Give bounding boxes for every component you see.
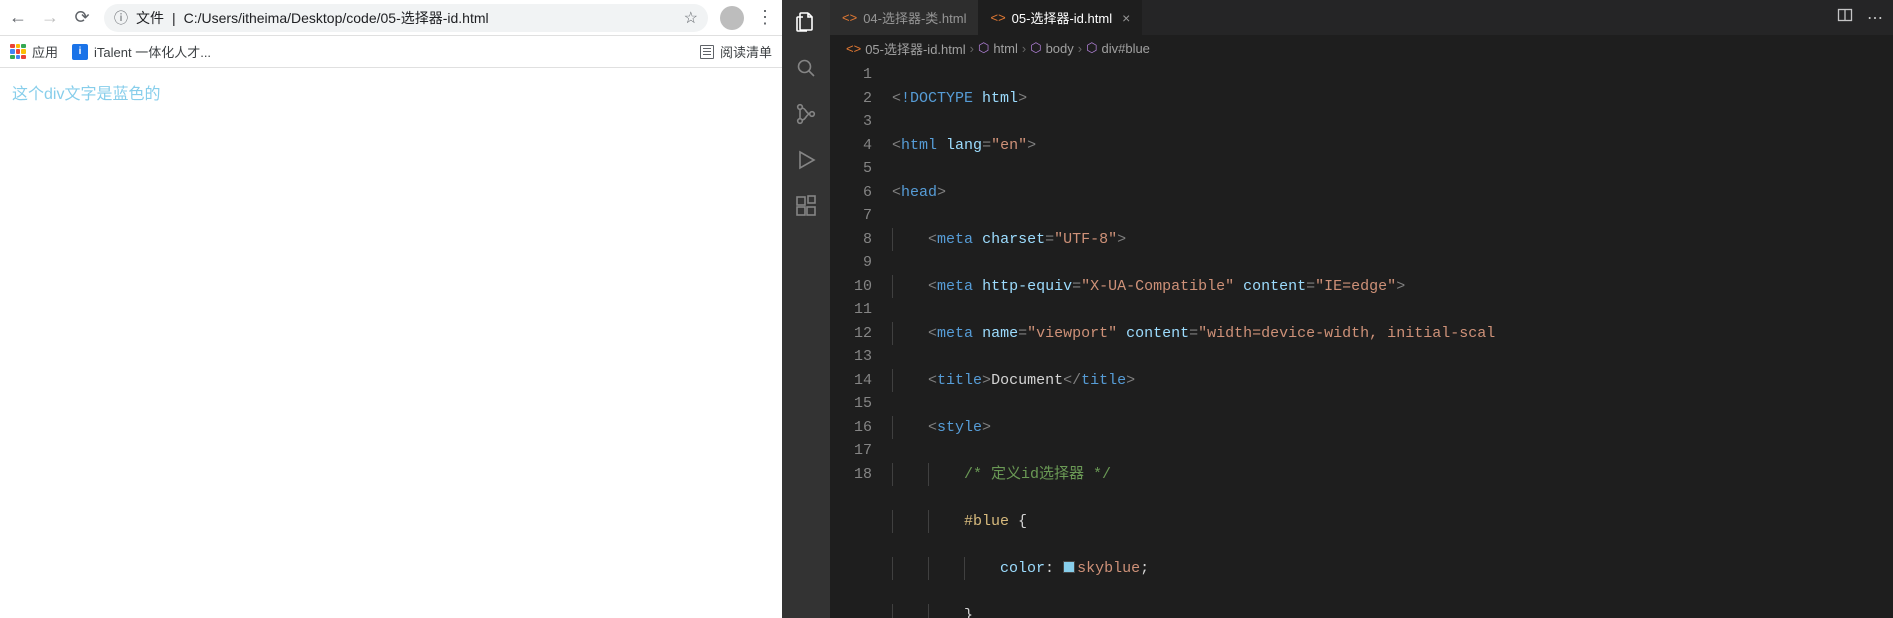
apps-grid-icon bbox=[10, 44, 26, 60]
code-editor[interactable]: 123456789101112131415161718 <!DOCTYPE ht… bbox=[830, 61, 1893, 618]
tab-label: 04-选择器-类.html bbox=[863, 8, 966, 27]
reading-list-label: 阅读清单 bbox=[720, 42, 772, 61]
line-gutter: 123456789101112131415161718 bbox=[830, 61, 892, 618]
split-editor-icon[interactable] bbox=[1837, 7, 1853, 28]
html-file-icon: <> bbox=[842, 10, 857, 25]
file-icon: ⓘ bbox=[114, 8, 128, 28]
browser-toolbar: ← → ⟳ ⓘ 文件 | C:/Users/itheima/Desktop/co… bbox=[0, 0, 782, 36]
breadcrumbs[interactable]: <> 05-选择器-id.html › ⬡ html › ⬡ body › ⬡ … bbox=[830, 35, 1893, 61]
browser-panel: ← → ⟳ ⓘ 文件 | C:/Users/itheima/Desktop/co… bbox=[0, 0, 782, 618]
apps-label: 应用 bbox=[32, 42, 58, 61]
forward-button[interactable]: → bbox=[40, 8, 60, 28]
apps-shortcut[interactable]: 应用 bbox=[10, 42, 58, 61]
back-button[interactable]: ← bbox=[8, 8, 28, 28]
vscode-panel: <> 04-选择器-类.html <> 05-选择器-id.html × ⋯ <… bbox=[782, 0, 1893, 618]
page-content: 这个div文字是蓝色的 bbox=[0, 68, 782, 116]
browser-menu-icon[interactable]: ⋮ bbox=[756, 7, 774, 28]
bookmarks-bar: 应用 i iTalent 一体化人才... 阅读清单 bbox=[0, 36, 782, 68]
symbol-icon: ⬡ bbox=[1086, 40, 1097, 56]
color-swatch bbox=[1063, 561, 1075, 573]
symbol-icon: ⬡ bbox=[1030, 40, 1041, 56]
address-bar[interactable]: ⓘ 文件 | C:/Users/itheima/Desktop/code/05-… bbox=[104, 4, 708, 32]
code-content[interactable]: <!DOCTYPE html> <html lang="en"> <head> … bbox=[892, 61, 1893, 618]
extensions-icon[interactable] bbox=[792, 192, 820, 220]
bookmark-label: iTalent 一体化人才... bbox=[94, 42, 211, 61]
explorer-icon[interactable] bbox=[792, 8, 820, 36]
close-icon[interactable]: × bbox=[1122, 10, 1130, 26]
more-actions-icon[interactable]: ⋯ bbox=[1867, 8, 1883, 28]
html-file-icon: <> bbox=[990, 10, 1005, 25]
bookmark-item[interactable]: i iTalent 一体化人才... bbox=[72, 42, 211, 61]
source-control-icon[interactable] bbox=[792, 100, 820, 128]
breadcrumb-item[interactable]: html bbox=[993, 41, 1018, 56]
run-debug-icon[interactable] bbox=[792, 146, 820, 174]
chevron-right-icon: › bbox=[1022, 41, 1026, 56]
search-icon[interactable] bbox=[792, 54, 820, 82]
chevron-right-icon: › bbox=[1078, 41, 1082, 56]
profile-avatar[interactable] bbox=[720, 6, 744, 30]
editor-tabs: <> 04-选择器-类.html <> 05-选择器-id.html × ⋯ bbox=[830, 0, 1893, 35]
chevron-right-icon: › bbox=[970, 41, 974, 56]
symbol-icon: ⬡ bbox=[978, 40, 989, 56]
breadcrumb-item[interactable]: body bbox=[1046, 41, 1074, 56]
breadcrumb-item[interactable]: div#blue bbox=[1101, 41, 1149, 56]
editor-area: <> 04-选择器-类.html <> 05-选择器-id.html × ⋯ <… bbox=[830, 0, 1893, 618]
address-text: C:/Users/itheima/Desktop/code/05-选择器-id.… bbox=[184, 8, 676, 28]
reading-list-button[interactable]: 阅读清单 bbox=[700, 42, 772, 61]
tab-label: 05-选择器-id.html bbox=[1012, 8, 1112, 27]
blue-div-text: 这个div文字是蓝色的 bbox=[12, 80, 770, 104]
bookmark-star-icon[interactable]: ☆ bbox=[684, 8, 698, 28]
reload-button[interactable]: ⟳ bbox=[72, 8, 92, 28]
tab-actions: ⋯ bbox=[1827, 0, 1893, 35]
activity-bar bbox=[782, 0, 830, 618]
address-prefix: 文件 bbox=[136, 8, 164, 28]
bookmark-favicon: i bbox=[72, 44, 88, 60]
tab-04[interactable]: <> 04-选择器-类.html bbox=[830, 0, 978, 35]
file-icon: <> bbox=[846, 41, 861, 56]
tab-05[interactable]: <> 05-选择器-id.html × bbox=[978, 0, 1142, 35]
reading-list-icon bbox=[700, 45, 714, 59]
breadcrumb-item[interactable]: 05-选择器-id.html bbox=[865, 39, 965, 58]
